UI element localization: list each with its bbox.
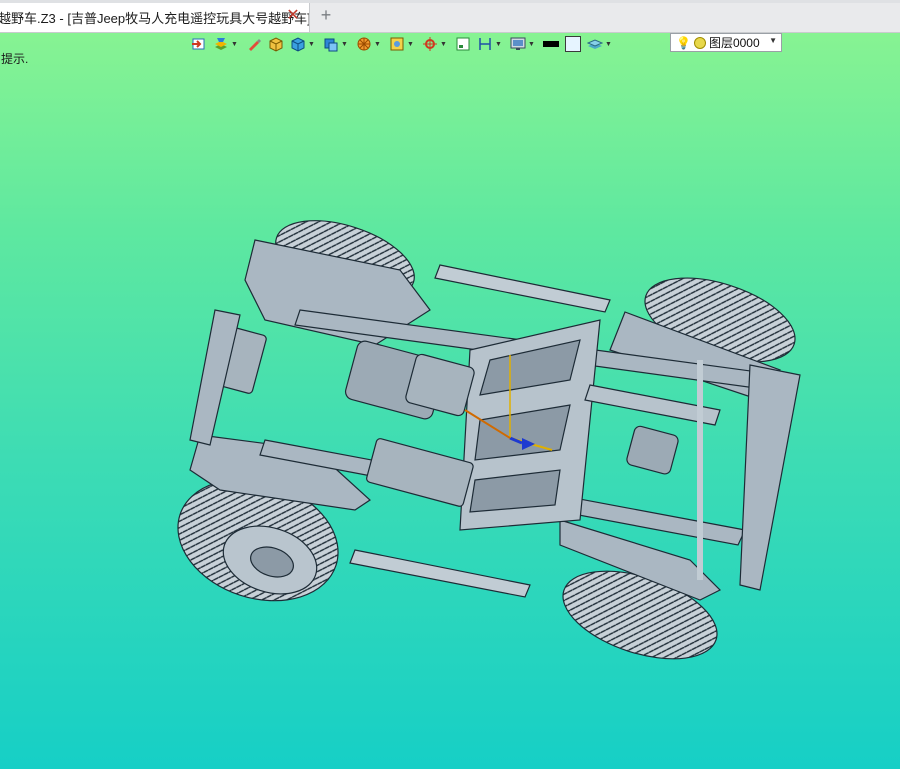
- view-dropdown-icon[interactable]: ▼: [341, 41, 348, 48]
- pencil-icon[interactable]: [245, 35, 263, 53]
- stack-dropdown-icon[interactable]: ▼: [605, 41, 612, 48]
- display-dropdown-icon[interactable]: ▼: [407, 41, 414, 48]
- side-step-bottom: [349, 549, 531, 598]
- layer-color-icon: [693, 36, 706, 49]
- vehicle-model: [177, 220, 801, 660]
- layer-select[interactable]: 💡 图层0000 ▼: [670, 33, 782, 52]
- dimension-icon[interactable]: [476, 35, 494, 53]
- layer-label: 图层0000: [708, 36, 760, 50]
- screen-dropdown-icon[interactable]: ▼: [528, 41, 535, 48]
- cube-icon[interactable]: [289, 35, 307, 53]
- color-white-icon[interactable]: [564, 35, 582, 53]
- cube-dropdown-icon[interactable]: ▼: [308, 41, 315, 48]
- document-tab-title: 越野车.Z3 - [吉普Jeep牧马人充电遥控玩具大号越野车]: [0, 11, 309, 26]
- battery-box: [366, 438, 474, 507]
- box-solid-icon[interactable]: [267, 35, 285, 53]
- add-tab-icon[interactable]: +: [318, 6, 334, 24]
- layers-icon[interactable]: [212, 35, 230, 53]
- snap-icon[interactable]: [421, 35, 439, 53]
- color-black-icon[interactable]: [542, 35, 560, 53]
- stack-icon[interactable]: [586, 35, 604, 53]
- side-step-top: [434, 264, 611, 313]
- layers-dropdown-icon[interactable]: ▼: [231, 41, 238, 48]
- insert-icon[interactable]: [190, 35, 208, 53]
- bulb-icon[interactable]: 💡: [676, 36, 691, 50]
- close-tab-icon[interactable]: ✕: [285, 8, 301, 24]
- tab-bar: 越野车.Z3 - [吉普Jeep牧马人充电遥控玩具大号越野车] ✕ +: [0, 0, 900, 33]
- frame-icon[interactable]: [454, 35, 472, 53]
- render-icon[interactable]: [355, 35, 373, 53]
- front-bumper: [739, 364, 801, 591]
- screen-icon[interactable]: [509, 35, 527, 53]
- layer-dropdown-icon[interactable]: ▼: [769, 36, 777, 45]
- document-tab[interactable]: 越野车.Z3 - [吉普Jeep牧马人充电遥控玩具大号越野车] ✕: [0, 3, 310, 32]
- model-viewport[interactable]: [160, 200, 820, 680]
- render-dropdown-icon[interactable]: ▼: [374, 41, 381, 48]
- snap-dropdown-icon[interactable]: ▼: [440, 41, 447, 48]
- dimension-dropdown-icon[interactable]: ▼: [495, 41, 502, 48]
- view-cube-icon[interactable]: [322, 35, 340, 53]
- hint-text: 提示.: [1, 52, 29, 66]
- display-icon[interactable]: [388, 35, 406, 53]
- front-diff: [626, 425, 679, 475]
- view-toolbar: ▼ ▼ ▼ ▼ ▼ ▼ ▼ ▼ ▼: [190, 33, 615, 55]
